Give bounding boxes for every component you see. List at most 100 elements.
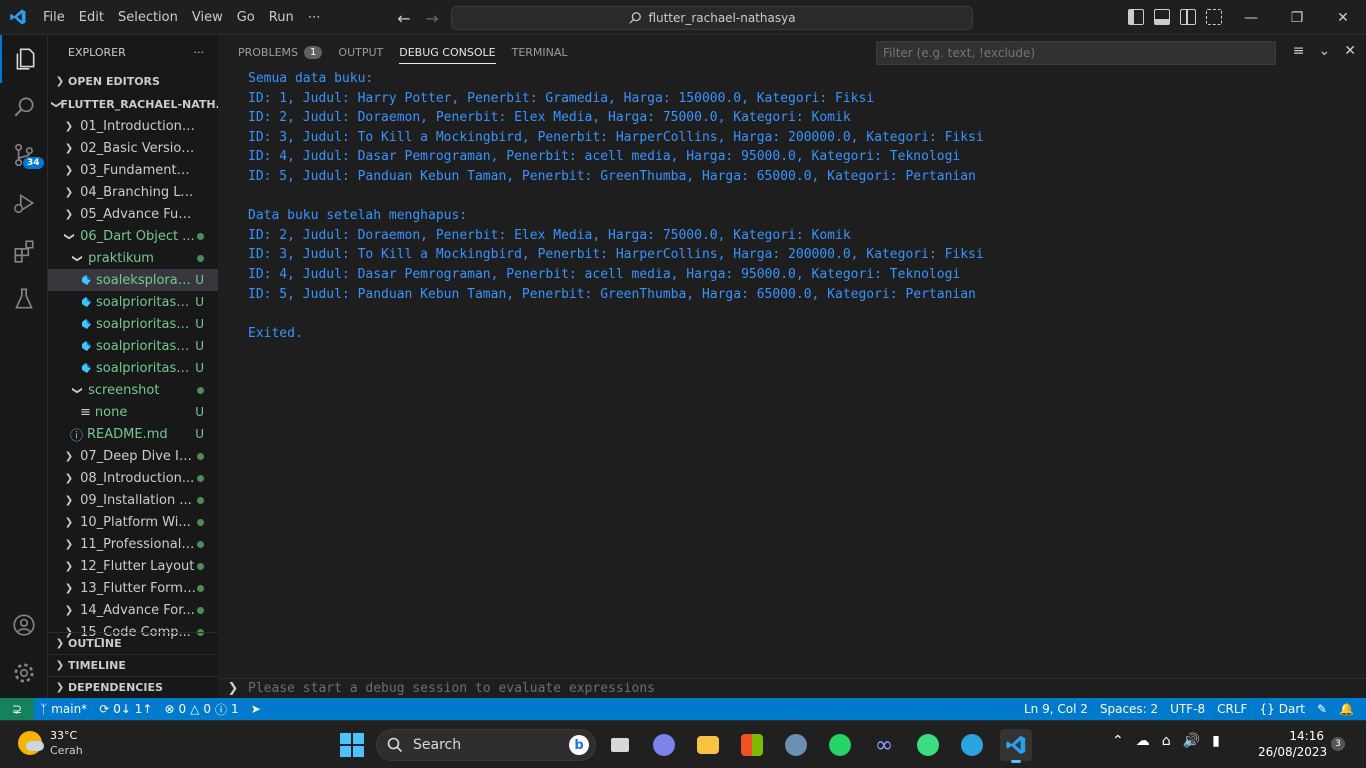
tab-terminal[interactable]: TERMINAL xyxy=(504,35,576,70)
extensions-icon[interactable] xyxy=(0,227,48,275)
toggle-secondary-sidebar-icon[interactable] xyxy=(1180,9,1196,25)
cursor-position[interactable]: Ln 9, Col 2 xyxy=(1018,702,1094,716)
tree-file[interactable]: soaleksplorasi... U xyxy=(48,269,218,291)
warning-count: 0 xyxy=(203,702,212,716)
tree-file[interactable]: ⓘ README.md U xyxy=(48,423,218,445)
menu-selection[interactable]: Selection xyxy=(111,0,185,35)
tree-file[interactable]: soalprioritas2... U xyxy=(48,335,218,357)
telegram-icon[interactable] xyxy=(956,729,988,761)
tree-folder[interactable]: ❯ 09_Installation ... xyxy=(48,489,218,511)
explorer-icon[interactable] xyxy=(0,35,48,83)
tree-folder[interactable]: ❯ 05_Advance Function ... xyxy=(48,203,218,225)
tree-item-label: 11_Professional ... xyxy=(80,536,197,552)
teams-chat-icon[interactable] xyxy=(648,729,680,761)
repl-input[interactable] xyxy=(248,681,1148,696)
end-of-line[interactable]: CRLF xyxy=(1211,702,1253,716)
tree-folder[interactable]: ❯ 04_Branching Loopin... xyxy=(48,181,218,203)
run-debug-icon[interactable] xyxy=(0,179,48,227)
close-icon[interactable]: ✕ xyxy=(1320,0,1366,35)
tab-debug-console[interactable]: DEBUG CONSOLE xyxy=(391,35,503,70)
tree-folder[interactable]: ❯ 07_Deep Dive In... xyxy=(48,445,218,467)
tree-file[interactable]: soalprioritas2... U xyxy=(48,357,218,379)
source-control-icon[interactable]: 34 xyxy=(0,131,48,179)
command-center[interactable]: flutter_rachael-nathasya xyxy=(451,6,973,30)
tree-file[interactable]: ≡ none U xyxy=(48,401,218,423)
settings-app-icon[interactable] xyxy=(780,729,812,761)
problems-summary[interactable]: ⊗ 0 △ 0 ⓘ 1 xyxy=(158,701,244,718)
outline-section[interactable]: ❯ OUTLINE xyxy=(48,632,218,654)
menu-go[interactable]: Go xyxy=(230,0,262,35)
tree-folder[interactable]: ❯ 03_Fundamental Dart xyxy=(48,159,218,181)
chevron-down-icon[interactable]: ⌄ xyxy=(1319,43,1331,59)
console-filter-input[interactable] xyxy=(876,41,1276,65)
git-modified-dot xyxy=(197,585,204,592)
timeline-section[interactable]: ❯ TIMELINE xyxy=(48,654,218,676)
sync-icon: ⟳ xyxy=(99,702,110,716)
git-branch[interactable]: ᛉ main* xyxy=(34,702,93,716)
chevron-up-icon[interactable]: ⌃ xyxy=(1112,733,1124,749)
volume-icon[interactable]: 🔊 xyxy=(1183,733,1200,749)
whatsapp-icon[interactable] xyxy=(824,729,856,761)
open-editors-section[interactable]: ❯ OPEN EDITORS xyxy=(48,70,218,92)
wifi-icon[interactable]: ⌂ xyxy=(1162,733,1171,749)
tree-folder[interactable]: ❯ 14_Advance For... xyxy=(48,599,218,621)
accounts-icon[interactable] xyxy=(0,601,48,649)
task-view-icon[interactable] xyxy=(604,729,636,761)
restore-icon[interactable]: ❐ xyxy=(1274,0,1320,35)
vscode-taskbar-icon[interactable] xyxy=(1000,729,1032,763)
tree-folder[interactable]: ❯ 08_Introduction... xyxy=(48,467,218,489)
notifications-bell-icon[interactable]: 🔔 xyxy=(1333,702,1360,716)
remote-indicator-icon[interactable]: ⊋ xyxy=(0,698,34,720)
tab-problems[interactable]: PROBLEMS 1 xyxy=(230,35,330,70)
search-view-icon[interactable] xyxy=(0,83,48,131)
back-arrow-icon[interactable]: ← xyxy=(394,8,414,28)
clear-console-icon[interactable]: ≡ xyxy=(1293,43,1305,59)
forward-arrow-icon[interactable]: → xyxy=(422,8,442,28)
git-sync[interactable]: ⟳ 0↓ 1↑ xyxy=(93,702,158,716)
settings-gear-icon[interactable] xyxy=(0,649,48,697)
tree-folder[interactable]: ❯ 11_Professional ... xyxy=(48,533,218,555)
debug-launch-icon[interactable]: ➤ xyxy=(245,702,267,716)
explorer-more-actions[interactable]: ··· xyxy=(194,46,205,59)
file-explorer-icon[interactable] xyxy=(692,729,724,761)
infinity-app-icon[interactable]: ∞ xyxy=(868,729,900,761)
menu-more[interactable]: ⋯ xyxy=(301,0,328,35)
tree-folder[interactable]: ❯ 02_Basic Version and ... xyxy=(48,137,218,159)
tree-folder[interactable]: ❯ 01_Introduction Mobi... xyxy=(48,115,218,137)
customize-layout-icon[interactable] xyxy=(1206,9,1222,25)
dependencies-section[interactable]: ❯ DEPENDENCIES xyxy=(48,676,218,698)
menu-edit[interactable]: Edit xyxy=(72,0,111,35)
android-studio-icon[interactable] xyxy=(912,729,944,761)
cloud-icon[interactable]: ☁ xyxy=(1136,733,1150,749)
tree-folder[interactable]: ❯ 06_Dart Object ... xyxy=(48,225,218,247)
close-panel-icon[interactable]: ✕ xyxy=(1344,43,1356,59)
toggle-panel-icon[interactable] xyxy=(1154,9,1170,25)
testing-flask-icon[interactable] xyxy=(0,275,48,323)
tree-folder[interactable]: ❯ 13_Flutter Form ... xyxy=(48,577,218,599)
encoding[interactable]: UTF-8 xyxy=(1164,702,1211,716)
microsoft-store-icon[interactable] xyxy=(736,729,768,761)
feedback-icon[interactable]: ✎ xyxy=(1311,702,1333,716)
windows-start-icon[interactable] xyxy=(340,733,364,757)
tree-folder[interactable]: ❯ 12_Flutter Layout xyxy=(48,555,218,577)
language-mode[interactable]: {} Dart xyxy=(1253,702,1311,716)
menu-run[interactable]: Run xyxy=(262,0,301,35)
minimize-icon[interactable]: — xyxy=(1228,0,1274,35)
tree-file[interactable]: soalprioritas1... U xyxy=(48,313,218,335)
menu-file[interactable]: File xyxy=(36,0,72,35)
weather-widget[interactable]: 33°C Cerah xyxy=(18,728,83,758)
tree-file[interactable]: soalprioritas1... U xyxy=(48,291,218,313)
project-section[interactable]: ❯ FLUTTER_RACHAEL-NATH... xyxy=(48,93,218,115)
battery-icon[interactable]: ▮ xyxy=(1212,733,1220,749)
menu-view[interactable]: View xyxy=(185,0,230,35)
taskbar-search[interactable]: Search b xyxy=(376,729,596,761)
tree-folder[interactable]: ❯ praktikum xyxy=(48,247,218,269)
tab-output[interactable]: OUTPUT xyxy=(330,35,391,70)
clock[interactable]: 14:16 26/08/2023 xyxy=(1258,728,1327,760)
toggle-sidebar-icon[interactable] xyxy=(1128,9,1144,25)
tree-folder[interactable]: ❯ screenshot xyxy=(48,379,218,401)
indentation[interactable]: Spaces: 2 xyxy=(1094,702,1164,716)
tree-item-label: soalprioritas1... xyxy=(96,316,194,332)
tree-folder[interactable]: ❯ 10_Platform Wi... xyxy=(48,511,218,533)
notification-badge[interactable]: 3 xyxy=(1331,737,1345,751)
